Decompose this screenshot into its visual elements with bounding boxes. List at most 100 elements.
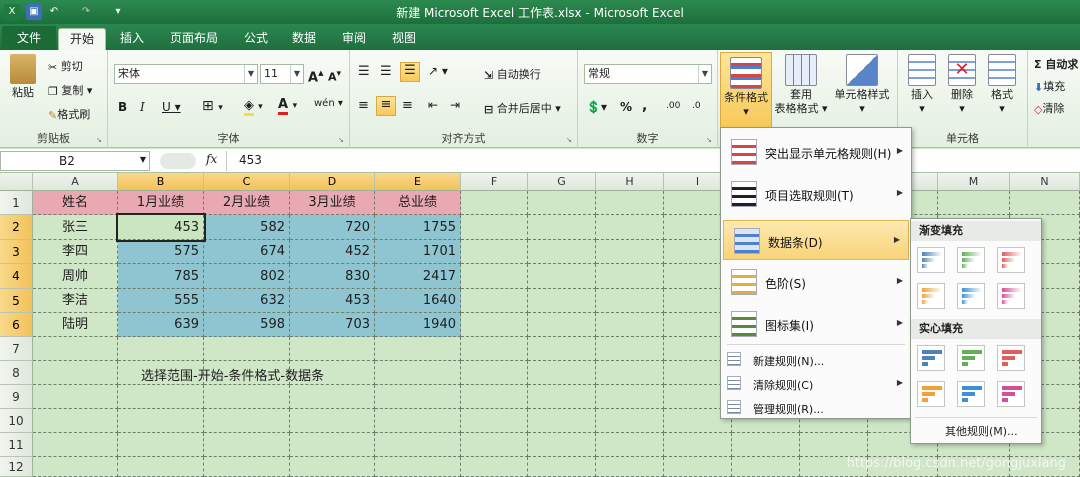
solid-databar-option[interactable] [997, 381, 1025, 407]
cell-H4[interactable] [596, 264, 664, 289]
insert-cells-button[interactable]: 插入 ▾ [902, 54, 942, 116]
cell-G11[interactable] [528, 433, 596, 457]
cell-K11[interactable] [800, 433, 868, 457]
cell-A6[interactable]: 陆明 [33, 313, 118, 337]
cell-F5[interactable] [461, 289, 528, 313]
cell-A5[interactable]: 李洁 [33, 289, 118, 313]
column-header-C[interactable]: C [204, 173, 290, 191]
italic-button[interactable]: I [140, 100, 145, 114]
cell-J11[interactable] [732, 433, 800, 457]
cell-D2[interactable]: 720 [290, 215, 375, 240]
column-header-A[interactable]: A [33, 173, 118, 191]
cell-C7[interactable] [204, 337, 290, 361]
cell-C1[interactable]: 2月业绩 [204, 191, 290, 215]
insert-function-button[interactable]: fx [206, 152, 217, 166]
cell-A7[interactable] [33, 337, 118, 361]
more-rules-item[interactable]: 其他规则(M)... [945, 423, 1018, 439]
cell-F8[interactable] [461, 361, 528, 385]
tab-file[interactable]: 文件 [2, 26, 56, 50]
column-header-M[interactable]: M [938, 173, 1010, 191]
cell-H1[interactable] [596, 191, 664, 215]
gradient-databar-option[interactable] [997, 247, 1025, 273]
wrap-text-button[interactable]: ⇲ 自动换行 [484, 66, 541, 82]
cell-G4[interactable] [528, 264, 596, 289]
cell-H10[interactable] [596, 409, 664, 433]
row-header-7[interactable]: 7 [0, 337, 33, 361]
borders-button[interactable]: ⊞ ▾ [202, 98, 223, 114]
row-header-12[interactable]: 12 [0, 457, 33, 477]
solid-databar-option[interactable] [997, 345, 1025, 371]
decrease-indent-icon[interactable]: ⇤ [428, 98, 438, 112]
cell-C9[interactable] [204, 385, 290, 409]
column-header-D[interactable]: D [290, 173, 375, 191]
align-bottom-icon[interactable]: ☰ [400, 62, 420, 82]
cell-E11[interactable] [375, 433, 461, 457]
cell-B1[interactable]: 1月业绩 [118, 191, 204, 215]
cell-B3[interactable]: 575 [118, 240, 204, 264]
cell-D3[interactable]: 452 [290, 240, 375, 264]
cell-D7[interactable] [290, 337, 375, 361]
cell-D12[interactable] [290, 457, 375, 477]
format-painter-button[interactable]: ✎格式刷 [48, 106, 90, 122]
name-box[interactable]: B2 ▼ [0, 151, 150, 171]
column-header-B[interactable]: B [118, 173, 204, 191]
cell-F11[interactable] [461, 433, 528, 457]
cf-small-item-2[interactable]: 管理规则(R)... [721, 398, 911, 418]
column-header-H[interactable]: H [596, 173, 664, 191]
cell-E12[interactable] [375, 457, 461, 477]
cell-B5[interactable]: 555 [118, 289, 204, 313]
cell-D5[interactable]: 453 [290, 289, 375, 313]
solid-databar-option[interactable] [957, 345, 985, 371]
column-header-G[interactable]: G [528, 173, 596, 191]
cell-C10[interactable] [204, 409, 290, 433]
cell-E7[interactable] [375, 337, 461, 361]
cut-button[interactable]: ✂ 剪切 [48, 58, 83, 74]
cell-E8[interactable] [375, 361, 461, 385]
cell-C4[interactable]: 802 [204, 264, 290, 289]
cell-J12[interactable] [732, 457, 800, 477]
cell-D9[interactable] [290, 385, 375, 409]
cell-B12[interactable] [118, 457, 204, 477]
align-center-icon[interactable]: ≡ [376, 96, 396, 116]
cell-D11[interactable] [290, 433, 375, 457]
cell-B7[interactable] [118, 337, 204, 361]
copy-button[interactable]: ❐ 复制 ▾ [48, 82, 92, 98]
cf-menu-item-4[interactable]: 图标集(I) ▶ [721, 304, 911, 344]
cf-small-item-1[interactable]: 清除规则(C) ▶ [721, 374, 911, 394]
number-launcher-icon[interactable]: ↘ [706, 136, 715, 145]
autosum-button[interactable]: Σ 自动求 [1034, 56, 1078, 72]
cell-H9[interactable] [596, 385, 664, 409]
column-header-N[interactable]: N [1010, 173, 1080, 191]
gradient-databar-option[interactable] [917, 283, 945, 309]
cell-E6[interactable]: 1940 [375, 313, 461, 337]
cell-A12[interactable] [33, 457, 118, 477]
cell-D10[interactable] [290, 409, 375, 433]
paste-button[interactable]: 粘贴 [6, 54, 40, 100]
cell-I12[interactable] [664, 457, 732, 477]
cell-A11[interactable] [33, 433, 118, 457]
row-header-3[interactable]: 3 [0, 240, 33, 264]
cell-I11[interactable] [664, 433, 732, 457]
format-as-table-button[interactable]: 套用 表格格式 ▾ [774, 54, 828, 116]
cell-C12[interactable] [204, 457, 290, 477]
gradient-databar-option[interactable] [917, 247, 945, 273]
cell-F12[interactable] [461, 457, 528, 477]
row-header-1[interactable]: 1 [0, 191, 33, 215]
cell-A2[interactable]: 张三 [33, 215, 118, 240]
font-color-button[interactable]: A ▾ [278, 97, 297, 115]
cell-B10[interactable] [118, 409, 204, 433]
bold-button[interactable]: B [118, 100, 127, 114]
solid-databar-option[interactable] [917, 381, 945, 407]
gradient-databar-option[interactable] [957, 247, 985, 273]
cell-F9[interactable] [461, 385, 528, 409]
alignment-launcher-icon[interactable]: ↘ [566, 136, 575, 145]
select-all-corner[interactable] [0, 173, 33, 191]
tab-review[interactable]: 审阅 [334, 28, 374, 50]
font-launcher-icon[interactable]: ↘ [338, 136, 347, 145]
grow-font-button[interactable]: A▴ [308, 66, 324, 85]
increase-indent-icon[interactable]: ⇥ [450, 98, 460, 112]
formula-input[interactable]: 453 [226, 151, 1080, 171]
cell-H5[interactable] [596, 289, 664, 313]
cell-E9[interactable] [375, 385, 461, 409]
align-right-icon[interactable]: ≡ [402, 98, 413, 113]
